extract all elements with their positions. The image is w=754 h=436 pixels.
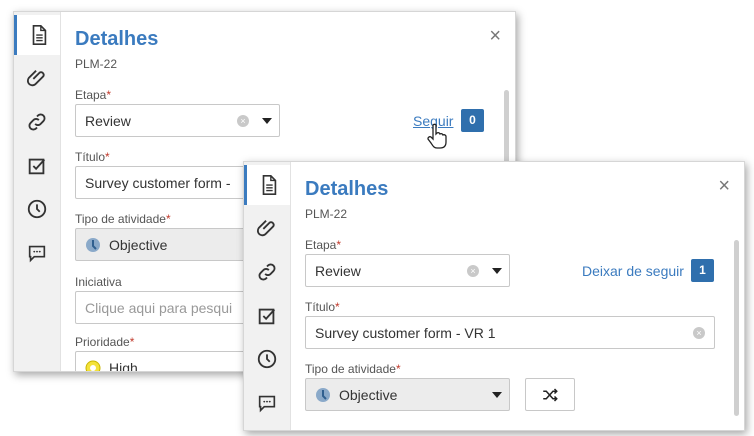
rail-links[interactable] (244, 252, 290, 292)
clear-icon[interactable]: × (693, 327, 705, 339)
panel-title: Detalhes (75, 28, 159, 50)
activity-type-select[interactable]: Objective (305, 378, 510, 411)
stage-value: Review (315, 262, 361, 279)
rail-history[interactable] (244, 339, 290, 379)
title-input[interactable]: Survey customer form - VR 1 × (305, 316, 715, 349)
objective-icon (316, 387, 330, 402)
item-code: PLM-22 (75, 57, 118, 71)
follower-count-badge: 1 (691, 259, 714, 282)
activity-type-label: Tipo de atividade* (305, 362, 401, 376)
side-rail (244, 162, 291, 430)
activity-type-value: Objective (109, 236, 168, 253)
rail-attachments[interactable] (244, 208, 290, 248)
panel-title: Detalhes (305, 178, 389, 200)
document-icon (32, 25, 46, 45)
chevron-down-icon[interactable] (262, 118, 272, 124)
paperclip-icon (26, 70, 45, 87)
rail-attachments[interactable] (14, 58, 60, 98)
stage-label: Etapa* (75, 88, 112, 102)
change-type-button[interactable] (525, 378, 575, 411)
activity-type-label: Tipo de atividade* (75, 212, 171, 226)
close-icon[interactable]: × (718, 176, 730, 196)
clear-icon[interactable]: × (467, 265, 479, 277)
stage-select[interactable]: Review × (305, 254, 510, 287)
checkbox-icon (258, 308, 276, 325)
item-code: PLM-22 (305, 207, 348, 221)
priority-label: Prioridade* (75, 335, 135, 349)
rail-comments[interactable] (244, 383, 290, 423)
link-icon (258, 263, 276, 281)
scrollbar[interactable] (734, 240, 739, 416)
chevron-down-icon[interactable] (492, 392, 502, 398)
clock-icon (27, 199, 47, 219)
title-value: Survey customer form - (85, 174, 231, 191)
chevron-down-icon[interactable] (492, 268, 502, 274)
details-panel-front: Detalhes × PLM-22 Etapa* Review × Deixar… (243, 161, 745, 431)
rail-history[interactable] (14, 189, 60, 229)
priority-value: High (109, 359, 138, 372)
title-value: Survey customer form - VR 1 (315, 324, 496, 341)
initiative-placeholder: Clique aqui para pesqui (85, 299, 233, 316)
rail-links[interactable] (14, 102, 60, 142)
rail-details[interactable] (244, 165, 290, 205)
hand-cursor-icon (427, 123, 447, 149)
rail-details[interactable] (14, 15, 60, 55)
side-rail (14, 12, 61, 371)
follower-count-badge: 0 (461, 109, 484, 132)
checkbox-icon (28, 158, 46, 175)
clock-icon (257, 349, 277, 369)
stage-label: Etapa* (305, 238, 342, 252)
rail-checklist[interactable] (14, 146, 60, 186)
paperclip-icon (256, 220, 275, 237)
priority-high-icon (85, 360, 101, 371)
initiative-label: Iniciativa (75, 275, 122, 289)
comment-icon (258, 395, 276, 413)
objective-icon (86, 237, 100, 252)
rail-comments[interactable] (14, 233, 60, 273)
unfollow-link[interactable]: Deixar de seguir (582, 263, 684, 279)
clear-icon[interactable]: × (237, 115, 249, 127)
rail-checklist[interactable] (244, 296, 290, 336)
stage-select[interactable]: Review × (75, 104, 280, 137)
activity-type-value: Objective (339, 386, 398, 403)
comment-icon (28, 245, 46, 263)
title-label: Título* (75, 150, 110, 164)
document-icon (262, 175, 276, 195)
link-icon (28, 113, 46, 131)
title-label: Título* (305, 300, 340, 314)
close-icon[interactable]: × (489, 26, 501, 46)
stage-value: Review (85, 112, 131, 129)
shuffle-icon (543, 387, 558, 402)
